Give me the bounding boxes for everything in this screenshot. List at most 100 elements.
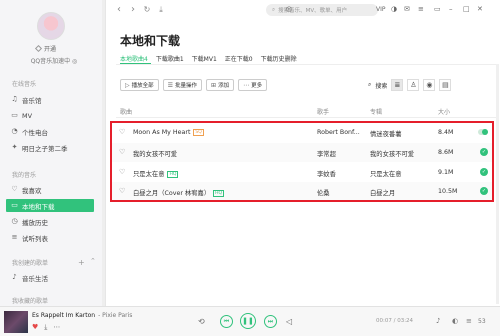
play-all-button[interactable]: ▷ 播放全部 xyxy=(120,79,159,91)
sidebar-item-music-hall[interactable]: ♫ 音乐馆 xyxy=(0,93,106,106)
radio-icon: ◔ xyxy=(11,127,18,135)
sidebar-item-label: 音乐生活 xyxy=(22,274,48,283)
previous-icon[interactable]: ⏮ xyxy=(220,315,233,328)
column-title[interactable]: 歌曲 xyxy=(120,107,132,116)
life-icon: ♪ xyxy=(12,273,17,281)
artist-view-icon[interactable]: ♙ xyxy=(407,79,420,91)
search-input[interactable]: ⌕ 搜索音乐、MV、歌单、用户 xyxy=(266,4,378,16)
sidebar-item-trial-list[interactable]: ≡ 试听列表 xyxy=(0,231,106,244)
list-view-icon[interactable]: ≣ xyxy=(391,79,404,91)
tab-downloading[interactable]: 正在下载0 xyxy=(225,54,253,63)
column-album[interactable]: 专辑 xyxy=(370,107,382,116)
skin-icon[interactable]: ◑ xyxy=(391,5,397,14)
folder-view-icon[interactable]: ▤ xyxy=(439,79,452,91)
add-label: 添加 xyxy=(218,83,230,89)
section-online: 在线音乐 xyxy=(12,81,37,88)
next-icon[interactable]: ⏭ xyxy=(264,315,277,328)
sidebar-item-label: 本地和下载 xyxy=(22,202,55,211)
section-mine: 我的音乐 xyxy=(12,172,37,179)
search-icon: ⌕ xyxy=(368,81,372,88)
album-view-icon[interactable]: ◉ xyxy=(423,79,436,91)
download-icon[interactable]: ⤓ xyxy=(156,5,166,15)
download-icon[interactable]: ⤓ xyxy=(44,323,47,332)
now-playing[interactable]: Es Rappelt Im Karton - Pixie Paris xyxy=(32,312,132,319)
tab-local-songs[interactable]: 本地歌曲4 xyxy=(120,54,148,63)
sidebar-item-label: 明日之子第二季 xyxy=(22,144,68,153)
music-icon: ♫ xyxy=(11,95,18,103)
highlight-box xyxy=(110,121,494,202)
diamond-icon xyxy=(34,44,43,53)
sidebar-item-radio[interactable]: ◔ 个性电台 xyxy=(0,125,106,138)
divider xyxy=(116,117,496,118)
username[interactable]: QQ音乐加速中 ◎ xyxy=(14,56,94,65)
maximize-icon[interactable]: □ xyxy=(463,5,470,14)
sidebar-scrollbar[interactable] xyxy=(102,0,105,306)
heart-icon: ♡ xyxy=(11,185,18,193)
section-collected: 我收藏的歌单 xyxy=(12,298,49,305)
play-all-label: 播放全部 xyxy=(131,83,154,89)
heart-icon[interactable]: ♥ xyxy=(32,323,38,332)
topbar: ‹ › ↻ ⤓ ⌕ 搜索音乐、MV、歌单、用户 ◎ VIP ◑ ✉ ≡ ▭ – … xyxy=(106,0,500,22)
lyrics-icon[interactable]: ♪ xyxy=(436,317,440,325)
divider xyxy=(116,64,496,65)
refresh-icon[interactable]: ↻ xyxy=(142,5,152,15)
sidebar-item-show[interactable]: ✦ 明日之子第二季 xyxy=(0,141,106,154)
vip-row[interactable]: 开通 xyxy=(34,44,57,53)
batch-label: 批量操作 xyxy=(175,83,198,89)
sidebar-item-liked[interactable]: ♡ 我喜欢 xyxy=(0,183,106,196)
sidebar-item-mv[interactable]: ▭ MV xyxy=(0,109,106,122)
mail-icon[interactable]: ✉ xyxy=(404,5,410,14)
minimize-icon[interactable]: – xyxy=(449,5,453,14)
tab-download-history[interactable]: 下载历史删除 xyxy=(261,54,297,63)
more-icon[interactable]: ⋯ xyxy=(53,323,60,332)
tab-downloaded-mv[interactable]: 下载MV1 xyxy=(192,54,217,63)
song-artist: - Pixie Paris xyxy=(98,312,133,319)
play-icon: ▷ xyxy=(125,81,130,89)
section-created: 我创建的歌单 xyxy=(12,260,49,267)
local-search-button[interactable]: 搜索 xyxy=(375,81,387,90)
sidebar-item-label: 个性电台 xyxy=(22,128,48,137)
column-artist[interactable]: 歌手 xyxy=(317,107,329,116)
sidebar-item-label: MV xyxy=(22,111,33,120)
sidebar-item-music-life[interactable]: ♪ 音乐生活 xyxy=(0,271,106,284)
star-icon: ✦ xyxy=(11,143,18,151)
sidebar-item-label: 播放历史 xyxy=(22,218,48,227)
sidebar-item-history[interactable]: ◷ 播放历史 xyxy=(0,215,106,228)
avatar[interactable] xyxy=(37,12,65,40)
video-icon: ▭ xyxy=(11,111,18,119)
add-icon: ⊞ xyxy=(211,81,217,89)
volume-icon[interactable]: ◁ xyxy=(286,316,292,328)
add-button[interactable]: ⊞ 添加 xyxy=(206,79,235,91)
back-icon[interactable]: ‹ xyxy=(114,5,124,15)
batch-icon: ☰ xyxy=(167,81,174,89)
menu-icon[interactable]: ≡ xyxy=(418,5,424,14)
more-icon: ⋯ xyxy=(243,81,250,89)
column-size[interactable]: 大小 xyxy=(438,107,450,116)
sidebar-item-local-download[interactable]: ▭ 本地和下载 xyxy=(6,199,94,212)
tab-downloaded-songs[interactable]: 下载歌曲1 xyxy=(156,54,184,63)
vip-label: 开通 xyxy=(44,46,57,53)
sidebar-item-label: 音乐馆 xyxy=(22,96,42,105)
content-scrollbar[interactable] xyxy=(496,64,499,304)
player-bar: Es Rappelt Im Karton - Pixie Paris ♥ ⤓ ⋯ … xyxy=(0,306,500,336)
plus-icon[interactable]: + xyxy=(78,258,85,267)
close-icon[interactable]: ✕ xyxy=(477,5,483,14)
effect-icon[interactable]: ◐ xyxy=(452,317,458,325)
batch-button[interactable]: ☰ 批量操作 xyxy=(162,79,203,91)
page-title: 本地和下载 xyxy=(120,34,181,48)
now-playing-actions: ♥ ⤓ ⋯ xyxy=(32,323,60,332)
repeat-icon[interactable]: ⟲ xyxy=(198,316,205,328)
more-button[interactable]: ⋯ 更多 xyxy=(238,79,268,91)
more-label: 更多 xyxy=(251,83,263,89)
search-icon: ⌕ xyxy=(272,6,276,13)
forward-icon[interactable]: › xyxy=(128,5,138,15)
mini-mode-icon[interactable]: ▭ xyxy=(434,5,441,14)
chevron-up-icon[interactable]: ⌃ xyxy=(90,257,96,265)
toolbar-right: ⌕ 搜索 ≣ ♙ ◉ ▤ xyxy=(368,79,452,91)
pause-icon[interactable]: ❚❚ xyxy=(240,313,256,329)
tab-bar: 本地歌曲4 下载歌曲1 下载MV1 正在下载0 下载历史删除 xyxy=(120,54,297,63)
playlist-icon[interactable]: ≡ xyxy=(466,317,472,325)
album-cover[interactable] xyxy=(4,311,28,333)
listen-icon[interactable]: ◎ xyxy=(286,5,292,14)
vip-link[interactable]: VIP xyxy=(376,5,386,14)
